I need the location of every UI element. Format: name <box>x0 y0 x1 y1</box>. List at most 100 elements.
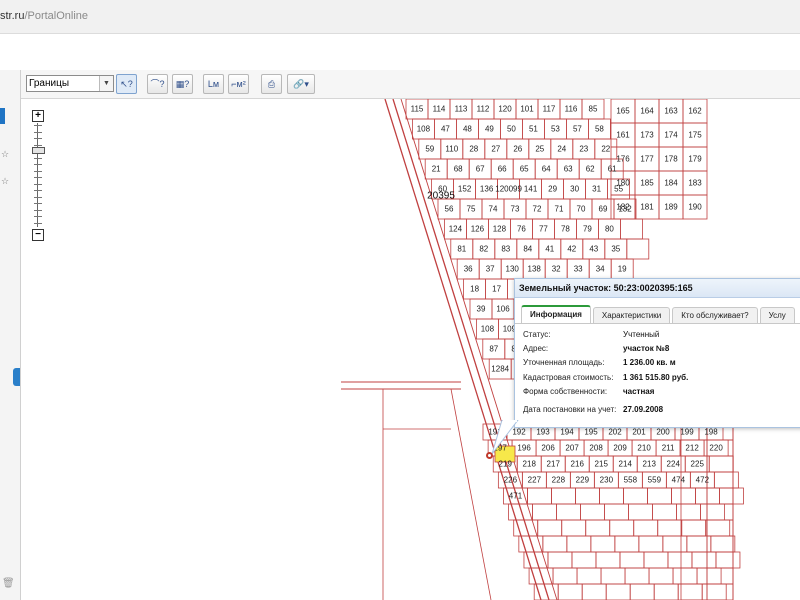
zoom-in-button[interactable]: + <box>32 110 44 122</box>
parcel <box>708 455 734 473</box>
parcel-number-label: 61 <box>607 164 617 174</box>
star-icon[interactable]: ☆ <box>1 149 9 160</box>
parcel-number-label: 23 <box>579 144 589 154</box>
parcel-number-label: 230 <box>599 475 614 485</box>
parcel-number-label: 128 <box>492 224 507 234</box>
print-button[interactable]: ⎙ <box>261 74 282 94</box>
area-label: Уточненная площадь: <box>523 358 605 367</box>
registration-date-label: Дата постановки на учет: <box>523 405 617 414</box>
chevron-down-icon[interactable]: ▼ <box>99 76 113 91</box>
parcel-number-label: 18 <box>470 284 480 294</box>
parcel-number-label: 48 <box>462 124 472 134</box>
parcel <box>680 567 708 585</box>
map-toolbar: Границы ▼ ↖? ⌒? ▦? Lм ⌐м² ⎙ 🔗▾ <box>21 70 800 99</box>
parcel-number-label: 28 <box>469 144 479 154</box>
parcel <box>657 519 683 537</box>
parcel <box>576 567 602 585</box>
parcel-number-label: 83 <box>501 244 511 254</box>
zoom-tick[interactable] <box>34 138 42 139</box>
zoom-tick[interactable] <box>34 196 42 198</box>
parcel <box>719 487 744 505</box>
parcel-number-label: 30 <box>570 184 580 194</box>
zoom-tick[interactable] <box>34 131 42 133</box>
zoom-thumb[interactable] <box>32 147 45 154</box>
parcel-number-label: 78 <box>560 224 570 234</box>
measure-tool-button[interactable]: ⌒? <box>147 74 168 94</box>
zoom-tick[interactable] <box>34 183 42 185</box>
parcel-number-label: 19 <box>617 264 627 274</box>
ruler-button[interactable]: Lм <box>203 74 224 94</box>
parcel <box>571 551 597 569</box>
parcel-number-label: 1284 <box>491 364 510 374</box>
parcel-number-label: 56 <box>444 204 454 214</box>
zoom-tick[interactable] <box>34 177 42 178</box>
parcel-number-label: 27 <box>491 144 501 154</box>
parcel-number-label: 73 <box>510 204 520 214</box>
parcel <box>638 535 664 553</box>
select-tool-button[interactable]: ↖? <box>116 74 137 94</box>
parcel <box>527 487 552 505</box>
zoom-tick[interactable] <box>34 157 42 159</box>
zoom-tick[interactable] <box>34 144 42 146</box>
parcel-number-label: 217 <box>546 459 560 469</box>
parcel-number-label: 136 <box>479 184 494 194</box>
zoom-tick[interactable] <box>34 209 42 211</box>
parcel-number-label: 101 <box>520 104 534 114</box>
parcel-number-label: 37 <box>485 264 495 274</box>
identify-button[interactable]: ▦? <box>172 74 193 94</box>
parcel-number-label: 17 <box>492 284 502 294</box>
cadastral-value: 1 361 515.80 руб. <box>623 373 689 382</box>
parcel-number-label: 141 <box>523 184 538 194</box>
link-button[interactable]: 🔗▾ <box>287 74 315 94</box>
parcel-number-label: 59 <box>425 144 435 154</box>
parcel-number-label: 211 <box>661 443 675 453</box>
tab-information[interactable]: Информация <box>521 305 591 324</box>
panel-selection-marker[interactable] <box>0 108 5 124</box>
url-text[interactable]: str.ru/PortalOnline <box>0 10 88 22</box>
status-label: Статус: <box>523 330 551 339</box>
parcel-number-label: 71 <box>554 204 564 214</box>
parcel-number-label: 224 <box>666 459 680 469</box>
panel-collapse-toggle[interactable] <box>13 368 20 386</box>
zoom-slider[interactable]: + − <box>32 110 45 241</box>
parcel <box>633 519 659 537</box>
parcel-number-label: 179 <box>688 154 702 164</box>
zoom-tick[interactable] <box>34 203 42 204</box>
zoom-tick[interactable] <box>34 190 42 191</box>
ownership-value: частная <box>623 387 655 396</box>
parcel <box>662 535 688 553</box>
tab-services[interactable]: Услу <box>759 307 795 324</box>
parcel-number-label: 43 <box>589 244 599 254</box>
parcel-number-label: 77 <box>538 224 548 234</box>
trash-icon[interactable]: 🗑 <box>2 578 15 589</box>
parcel-number-label: 210 <box>637 443 651 453</box>
parcel-number-label: 472 <box>695 475 710 485</box>
parcel-pin-marker[interactable] <box>486 452 493 459</box>
parcel-number-label: 175 <box>688 130 702 140</box>
parcel-number-label: 181 <box>640 202 654 212</box>
address-bar[interactable]: str.ru/PortalOnline <box>0 0 800 34</box>
zoom-tick[interactable] <box>34 216 42 217</box>
parcel-number-label: 227 <box>527 475 542 485</box>
parcel-number-label: 49 <box>484 124 494 134</box>
tab-who-serves[interactable]: Кто обслуживает? <box>672 307 758 324</box>
zoom-tick[interactable] <box>34 222 42 224</box>
parcel <box>701 583 727 600</box>
zoom-tick[interactable] <box>34 164 42 165</box>
ownership-label: Форма собственности: <box>523 387 608 396</box>
parcel-number-label: 42 <box>567 244 577 254</box>
parcel-number-label: 35 <box>611 244 621 254</box>
parcel-number-label: 33 <box>573 264 583 274</box>
zoom-tick[interactable] <box>34 125 42 126</box>
zoom-out-button[interactable]: − <box>32 229 44 241</box>
zoom-tick[interactable] <box>34 170 42 172</box>
tab-characteristics[interactable]: Характеристики <box>592 307 671 324</box>
parcel <box>680 551 708 569</box>
layer-select[interactable]: Границы ▼ <box>26 75 114 92</box>
parcel-number-label: 67 <box>475 164 485 174</box>
area-button[interactable]: ⌐м² <box>228 74 249 94</box>
link-icon: 🔗▾ <box>293 79 309 89</box>
star-icon[interactable]: ☆ <box>1 176 9 187</box>
parcel <box>653 583 679 600</box>
parcel <box>706 503 734 521</box>
